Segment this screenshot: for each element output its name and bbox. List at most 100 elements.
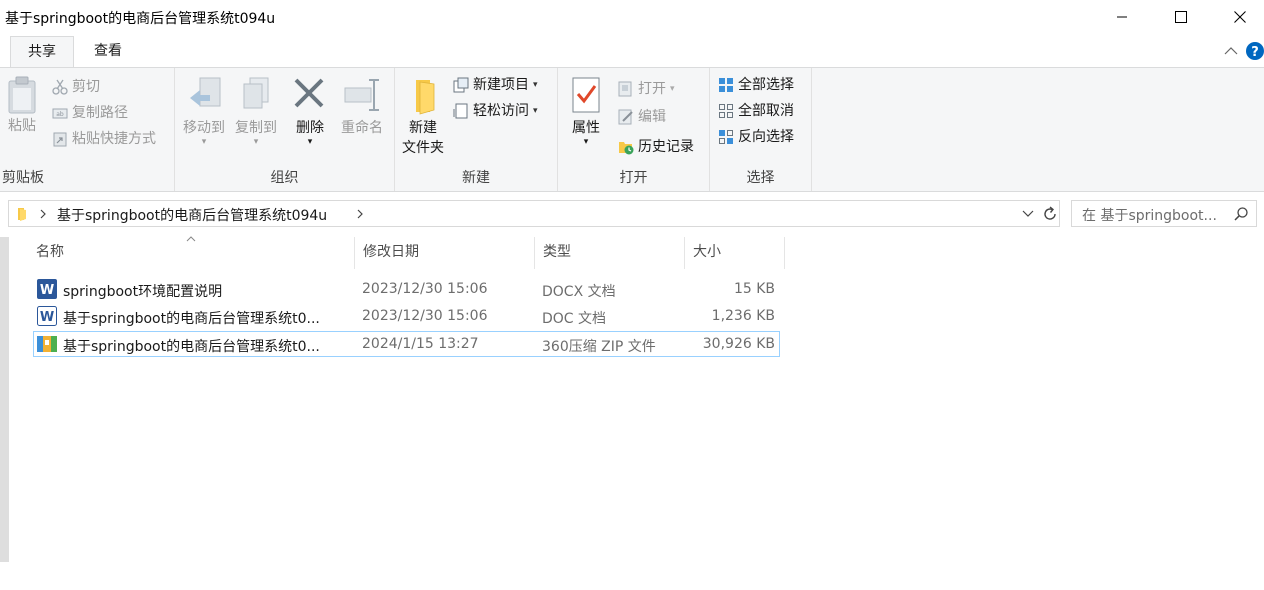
group-open: 属性 ▾ 打开 ▾ 编辑 历史记录 打开 [558, 68, 710, 191]
file-row[interactable]: W springboot环境配置说明 2023/12/30 15:06 DOCX… [33, 277, 780, 303]
file-size: 15 KB [733, 281, 775, 297]
file-explorer-window: 基于springboot的电商后台管理系统t094u 共享 查看 ? 粘贴 剪切… [0, 0, 1264, 590]
tab-view[interactable]: 查看 [76, 36, 140, 68]
new-item-label: 新建项目 [473, 77, 529, 93]
open-button[interactable]: 打开 ▾ [618, 78, 675, 100]
copy-path-button[interactable]: ab 复制路径 [52, 102, 128, 124]
file-modified: 2023/12/30 15:06 [362, 308, 488, 324]
search-input[interactable]: 在 基于springboot... [1071, 200, 1257, 227]
address-history-dropdown-icon[interactable] [1022, 210, 1034, 218]
navigation-pane-scrollbar[interactable] [0, 237, 9, 562]
clipboard-group-label: 剪贴板 [2, 170, 44, 186]
breadcrumb-expand-chevron-icon[interactable] [356, 209, 364, 219]
column-header-size[interactable]: 大小 [685, 237, 785, 269]
history-button[interactable]: 历史记录 [618, 136, 694, 158]
minimize-icon [1117, 16, 1127, 18]
new-item-button[interactable]: 新建项目 ▾ [453, 74, 538, 96]
history-label: 历史记录 [638, 139, 694, 155]
paste-shortcut-button[interactable]: 粘贴快捷方式 [52, 128, 156, 150]
easy-access-label: 轻松访问 [473, 103, 529, 119]
word-icon: W [37, 279, 57, 299]
file-row[interactable]: 基于springboot的电商后台管理系统t0... 2024/1/15 13:… [33, 331, 780, 357]
new-folder-label-2: 文件夹 [402, 140, 444, 156]
move-to-button[interactable]: 移动到 ▾ [179, 76, 229, 147]
folder-small-icon [18, 208, 26, 221]
select-none-button[interactable]: 全部取消 [718, 100, 794, 122]
new-folder-button[interactable]: 新建 文件夹 [399, 76, 447, 158]
address-bar[interactable]: 基于springboot的电商后台管理系统t094u [8, 200, 1060, 227]
refresh-icon[interactable] [1041, 205, 1059, 223]
invert-selection-icon [719, 130, 733, 144]
paste-shortcut-label: 粘贴快捷方式 [72, 131, 156, 147]
minimize-button[interactable] [1099, 0, 1145, 34]
copy-to-label: 复制到 [235, 120, 277, 136]
rename-icon [344, 79, 379, 111]
paste-shortcut-icon [53, 132, 67, 147]
select-all-icon [719, 78, 733, 92]
open-label: 打开 [638, 81, 666, 97]
select-all-label: 全部选择 [738, 77, 794, 93]
copy-path-icon: ab [52, 108, 68, 119]
svg-text:W: W [40, 310, 54, 325]
clipboard-icon [8, 76, 36, 114]
zip-icon [37, 336, 57, 352]
new-folder-label-1: 新建 [409, 120, 437, 136]
title-bar: 基于springboot的电商后台管理系统t094u [0, 0, 1264, 34]
svg-text:ab: ab [56, 111, 64, 118]
file-type: DOC 文档 [542, 311, 607, 327]
collapse-ribbon-icon[interactable] [1224, 46, 1238, 56]
group-new: 新建 文件夹 新建项目 ▾ 轻松访问 ▾ 新建 [395, 68, 558, 191]
copy-path-label: 复制路径 [72, 105, 128, 121]
edit-icon [618, 109, 633, 125]
cut-button[interactable]: 剪切 [52, 76, 100, 98]
group-organize: 移动到 ▾ 复制到 ▾ 删除 ▾ 重命名 组织 [175, 68, 395, 191]
history-icon [619, 142, 634, 155]
breadcrumb-chevron-icon[interactable] [39, 209, 47, 219]
invert-selection-button[interactable]: 反向选择 [718, 126, 794, 148]
open-icon [618, 81, 632, 97]
folder-icon [416, 80, 435, 115]
file-row[interactable]: W 基于springboot的电商后台管理系统t0... 2023/12/30 … [33, 304, 780, 330]
new-item-caret-icon: ▾ [533, 80, 538, 90]
paste-button[interactable]: 粘贴 [2, 76, 42, 136]
delete-label: 删除 [296, 120, 324, 136]
maximize-button[interactable] [1158, 0, 1204, 34]
edit-button[interactable]: 编辑 [618, 106, 666, 128]
edit-label: 编辑 [638, 109, 666, 125]
paste-label: 粘贴 [8, 118, 36, 134]
column-header-modified[interactable]: 修改日期 [355, 237, 535, 269]
properties-label: 属性 [572, 120, 600, 136]
file-type: 360压缩 ZIP 文件 [542, 339, 656, 355]
rename-button[interactable]: 重命名 [337, 76, 387, 138]
easy-access-button[interactable]: 轻松访问 ▾ [453, 100, 538, 122]
file-size: 30,926 KB [702, 336, 775, 352]
column-header-name[interactable]: 名称 [28, 237, 355, 269]
open-caret-icon: ▾ [670, 84, 675, 94]
ribbon: 粘贴 剪切 ab 复制路径 粘贴快捷方式 剪贴板 移动到 ▾ 复制到 ▾ 删除 … [0, 67, 1264, 192]
ribbon-tabs: 共享 查看 ? [0, 36, 1264, 68]
window-title: 基于springboot的电商后台管理系统t094u [5, 11, 276, 27]
copy-to-button[interactable]: 复制到 ▾ [231, 76, 281, 147]
easy-access-icon [453, 103, 468, 119]
new-item-icon [453, 77, 469, 93]
close-button[interactable] [1217, 0, 1263, 34]
delete-button[interactable]: 删除 ▾ [289, 76, 331, 147]
easy-access-caret-icon: ▾ [533, 106, 538, 116]
svg-text:?: ? [1251, 45, 1259, 60]
file-name: 基于springboot的电商后台管理系统t0... [63, 311, 320, 327]
file-modified: 2023/12/30 15:06 [362, 281, 488, 297]
scissors-icon [52, 79, 68, 95]
maximize-icon [1175, 11, 1187, 23]
file-type: DOCX 文档 [542, 284, 616, 300]
select-all-button[interactable]: 全部选择 [718, 74, 794, 96]
properties-icon [572, 77, 600, 113]
search-icon[interactable] [1234, 207, 1248, 221]
breadcrumb-current-folder[interactable]: 基于springboot的电商后台管理系统t094u [57, 205, 327, 225]
file-modified: 2024/1/15 13:27 [362, 336, 479, 352]
column-header-type[interactable]: 类型 [535, 237, 685, 269]
help-icon[interactable]: ? [1246, 41, 1264, 61]
properties-button[interactable]: 属性 ▾ [566, 76, 606, 147]
new-group-label: 新建 [462, 170, 490, 186]
open-group-label: 打开 [619, 170, 648, 186]
tab-share[interactable]: 共享 [10, 36, 74, 68]
